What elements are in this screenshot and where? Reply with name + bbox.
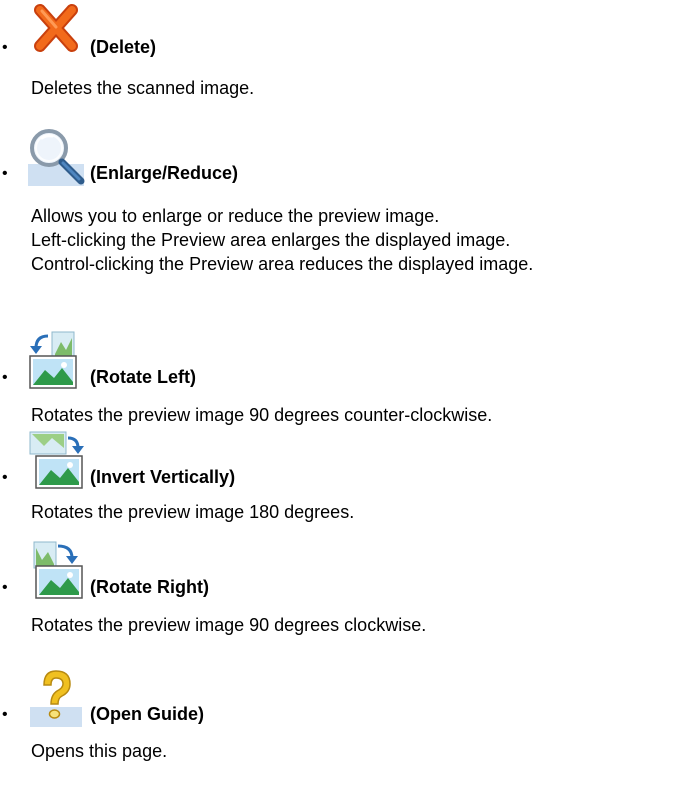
item-description-line: Opens this page. [31, 741, 168, 761]
item-label: (Invert Vertically) [90, 467, 236, 487]
item-description-line: Deletes the scanned image. [31, 78, 255, 98]
bullet: • [2, 165, 8, 182]
bullet: • [2, 579, 8, 596]
item-description-line: Rotates the preview image 180 degrees. [31, 502, 355, 522]
list-item-rotate-right: • (Rotate Right) Rotates the preview ima… [0, 540, 700, 637]
invert-vertically-icon [26, 430, 86, 490]
rotate-right-icon [26, 540, 86, 600]
item-label: (Enlarge/Reduce) [90, 163, 239, 183]
item-label: (Delete) [90, 37, 157, 57]
list-item-delete: • (Delete) Deletes the scanned image. [0, 0, 700, 100]
item-label: (Open Guide) [90, 704, 204, 724]
bullet: • [2, 706, 8, 723]
list-item-open-guide: • (Open Guide) Opens this page. [0, 667, 700, 763]
magnifier-icon [26, 126, 86, 186]
item-description-line: Rotates the preview image 90 degrees cou… [31, 405, 493, 425]
list-item-rotate-left: • (Rotate Left) Rotates the preview imag… [0, 330, 700, 427]
rotate-left-icon [26, 330, 86, 390]
delete-x-icon [26, 0, 86, 60]
item-description-line: Allows you to enlarge or reduce the prev… [31, 206, 440, 226]
list-item-invert-vertically: • (Invert Vertically) Rotates the previe… [0, 430, 700, 524]
bullet: • [2, 39, 8, 56]
question-mark-icon [26, 667, 86, 727]
item-label: (Rotate Right) [90, 577, 209, 597]
item-description-line: Rotates the preview image 90 degrees clo… [31, 615, 427, 635]
item-description-line: Control-clicking the Preview area reduce… [31, 254, 534, 274]
bullet: • [2, 369, 8, 386]
bullet: • [2, 469, 8, 486]
list-item-enlarge-reduce: • (Enlarge/Reduce) Allows you to enlarge… [0, 126, 700, 276]
item-label: (Rotate Left) [90, 367, 196, 387]
item-description-line: Left-clicking the Preview area enlarges … [31, 230, 511, 250]
